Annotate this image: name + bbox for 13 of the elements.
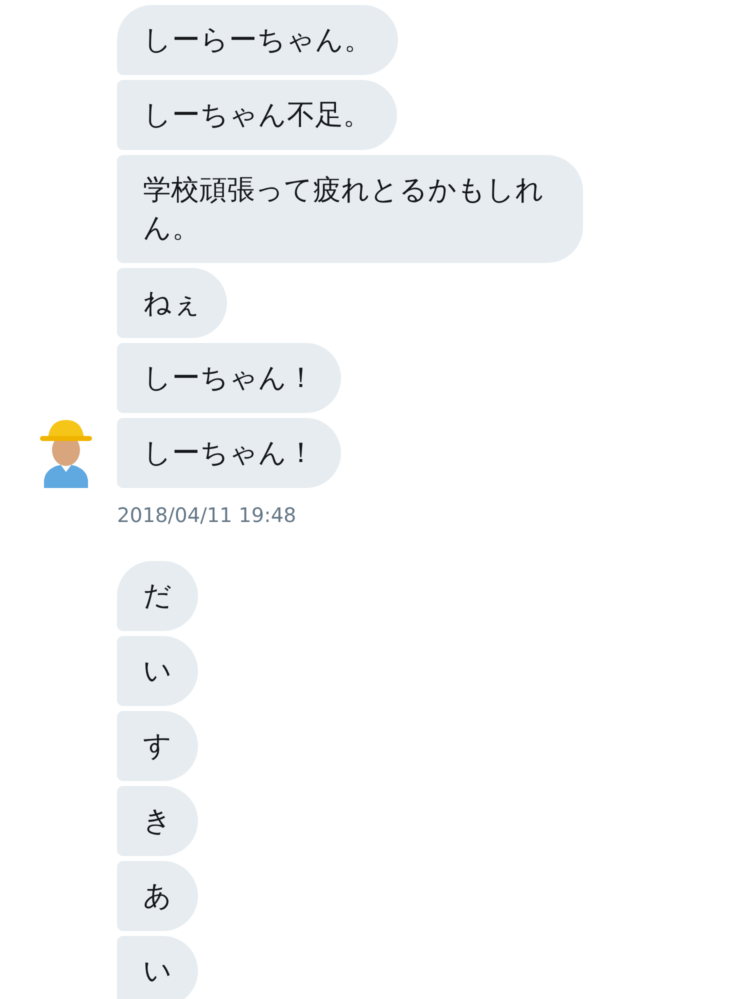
message-bubble: だ [117,561,198,631]
message-bubble: しーらーちゃん。 [117,5,398,75]
message-bubble: い [117,636,198,706]
message-bubble: き [117,786,198,856]
message-bubble: あ [117,861,198,931]
timestamp: 2018/04/11 19:48 [117,502,298,529]
message-bubble: ねぇ [117,268,227,338]
message-bubble: い [117,936,198,999]
message-bubble: しーちゃん！ [117,418,341,488]
message-bubble: しーちゃん！ [117,343,341,413]
message-bubble: しーちゃん不足。 [117,80,397,150]
message-bubble: す [117,711,198,781]
message-bubble: 学校頑張って疲れとるかもしれん。 [117,155,583,263]
